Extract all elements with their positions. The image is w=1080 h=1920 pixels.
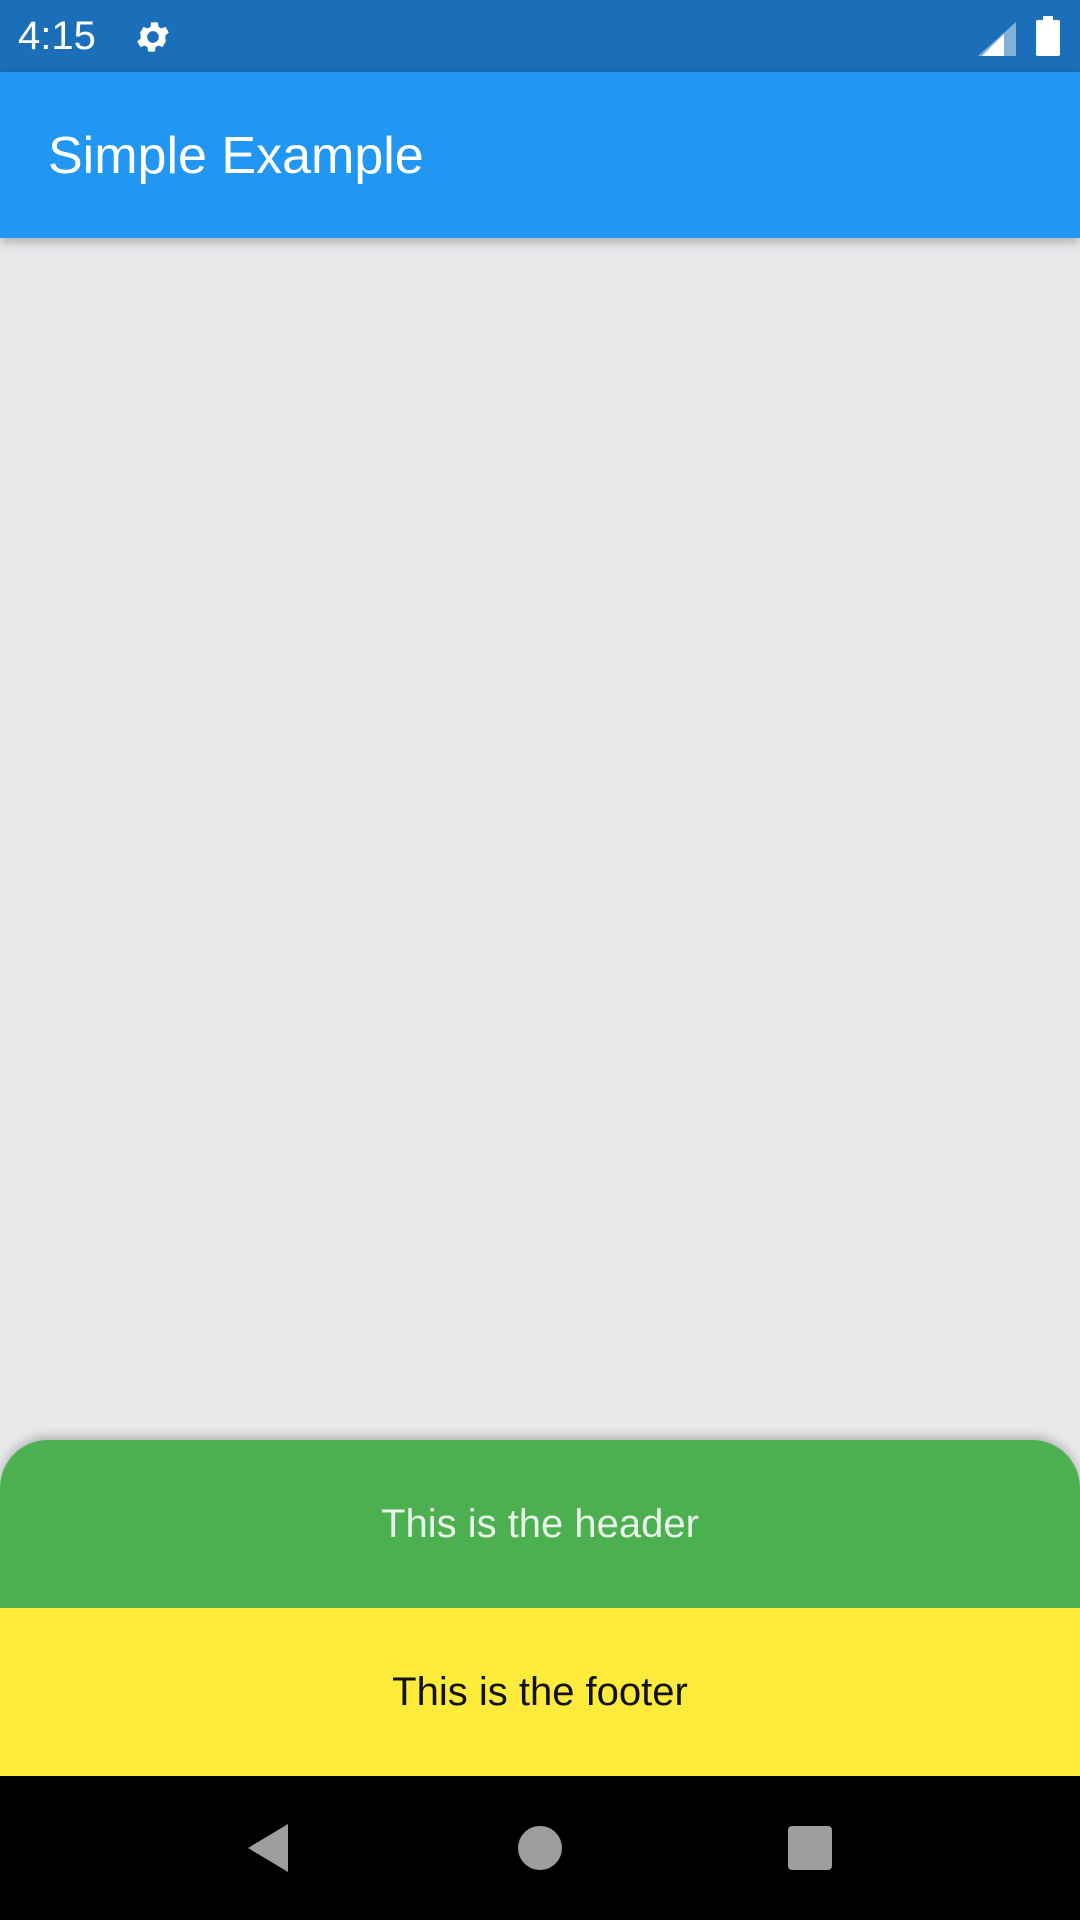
gear-icon	[137, 22, 169, 52]
phone-screen: 4:15 Simple Example This is the header T…	[0, 0, 1080, 1920]
bottom-sheet-footer: This is the footer	[0, 1608, 1080, 1776]
navigation-bar	[0, 1776, 1080, 1920]
back-icon[interactable]	[236, 1816, 300, 1880]
status-bar: 4:15	[0, 0, 1080, 72]
signal-icon	[978, 22, 1016, 56]
status-time: 4:15	[18, 14, 96, 58]
bottom-sheet-header-text: This is the header	[381, 1501, 699, 1546]
app-title: Simple Example	[48, 127, 424, 185]
main-content	[0, 238, 1080, 1440]
bottom-sheet-footer-text: This is the footer	[392, 1669, 688, 1714]
battery-icon	[1036, 16, 1060, 56]
recents-icon[interactable]	[778, 1816, 842, 1880]
bottom-sheet-header[interactable]: This is the header	[0, 1440, 1080, 1608]
app-bar: Simple Example	[0, 72, 1080, 238]
home-icon[interactable]	[508, 1816, 572, 1880]
